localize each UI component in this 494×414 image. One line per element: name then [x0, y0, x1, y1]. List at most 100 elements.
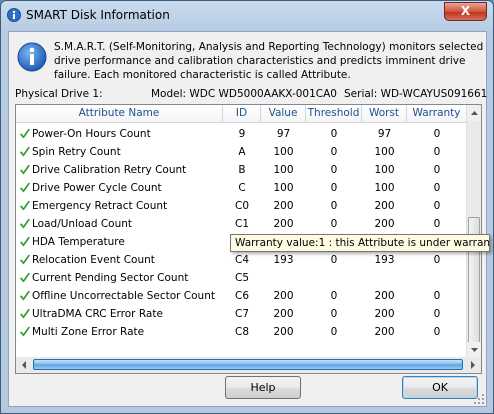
cell-id: C4	[234, 254, 249, 266]
cell-id: 9	[238, 128, 246, 140]
cell-id: C	[238, 182, 246, 194]
check-icon	[20, 200, 30, 211]
smart-description: S.M.A.R.T. (Self-Monitoring, Analysis an…	[54, 41, 484, 81]
cell-name: HDA Temperature	[32, 236, 125, 248]
table-row[interactable]: Offline Uncorrectable Sector Count C6 200 0…	[16, 287, 467, 305]
table-row[interactable]: Drive Calibration Retry Count B 100 0 100 0	[16, 161, 467, 179]
cell-id: C6	[234, 290, 249, 302]
col-attribute-name[interactable]: Attribute Name	[16, 105, 223, 123]
cell-threshold: 0	[330, 164, 338, 176]
check-icon	[20, 218, 30, 229]
cell-worst: 200	[374, 200, 395, 212]
cell-warranty: 0	[433, 200, 441, 212]
cell-threshold: 0	[330, 218, 338, 230]
cell-value: 100	[273, 146, 294, 158]
cell-name: Load/Unload Count	[32, 218, 133, 230]
dialog-client-area: S.M.A.R.T. (Self-Monitoring, Analysis an…	[8, 31, 487, 407]
cell-threshold: 0	[330, 128, 338, 140]
horizontal-scroll-thumb[interactable]	[33, 359, 463, 370]
table-row[interactable]: Power-On Hours Count 9 97 0 97 0	[16, 125, 467, 143]
cell-warranty: 0	[433, 290, 441, 302]
cell-warranty: 0	[433, 182, 441, 194]
cell-worst: 193	[374, 254, 395, 266]
drive-model: Model: WDC WD5000AAKX-001CA0	[151, 88, 337, 100]
table-row[interactable]: Multi Zone Error Rate C8 200 0 200 0	[16, 323, 467, 341]
col-id[interactable]: ID	[223, 105, 261, 123]
scroll-up-button[interactable]	[467, 105, 481, 121]
cell-name: UltraDMA CRC Error Rate	[32, 308, 163, 320]
cell-warranty	[407, 269, 467, 287]
cell-value: 200	[273, 218, 294, 230]
cell-id: B	[238, 164, 246, 176]
arrow-right-icon[interactable]	[465, 357, 481, 373]
cell-name: Multi Zone Error Rate	[32, 326, 145, 338]
cell-name: Current Pending Sector Count	[32, 272, 189, 284]
col-worst[interactable]: Worst	[362, 105, 407, 123]
cell-worst: 200	[374, 218, 395, 230]
cell-threshold	[306, 269, 362, 287]
col-threshold[interactable]: Threshold	[306, 105, 362, 123]
arrow-left-icon[interactable]	[16, 357, 32, 373]
check-icon	[20, 308, 30, 319]
scroll-down-button[interactable]	[467, 342, 481, 358]
cell-id: C0	[234, 200, 249, 212]
cell-value: 97	[276, 128, 291, 140]
cell-threshold: 0	[330, 182, 338, 194]
table-row[interactable]: Drive Power Cycle Count C 100 0 100 0	[16, 179, 467, 197]
cell-warranty: 0	[433, 128, 441, 140]
cell-warranty: 0	[433, 164, 441, 176]
physical-drive-label: Physical Drive 1:	[15, 88, 103, 100]
table-row[interactable]: UltraDMA CRC Error Rate C7 200 0 200 0	[16, 305, 467, 323]
col-warranty[interactable]: Warranty	[407, 105, 467, 123]
cell-name: Emergency Retract Count	[32, 200, 168, 212]
cell-id: C1	[234, 218, 249, 230]
check-icon	[20, 272, 30, 283]
cell-threshold: 0	[330, 290, 338, 302]
cell-value	[261, 269, 306, 287]
cell-value: 200	[273, 200, 294, 212]
cell-worst: 100	[374, 146, 395, 158]
cell-warranty: 0	[433, 254, 441, 266]
check-icon	[20, 182, 30, 193]
vertical-scrollbar[interactable]	[466, 105, 481, 358]
table-row[interactable]: Emergency Retract Count C0 200 0 200 0	[16, 197, 467, 215]
table-header: Attribute Name ID Value Threshold Worst …	[16, 105, 467, 123]
help-button[interactable]: Help	[225, 376, 301, 399]
cell-warranty: 0	[433, 308, 441, 320]
arrow-up-icon	[471, 111, 478, 115]
cell-value: 200	[273, 308, 294, 320]
table-row[interactable]: Relocation Event Count C4 193 0 193 0	[16, 251, 467, 269]
cell-worst	[362, 269, 407, 287]
info-large-icon	[17, 42, 47, 72]
info-icon	[7, 8, 21, 22]
cell-worst: 97	[377, 128, 392, 140]
cell-value: 100	[273, 164, 294, 176]
warranty-tooltip: Warranty value:1 : this Attribute is und…	[230, 234, 490, 252]
check-icon	[20, 254, 30, 265]
cell-id: C7	[234, 308, 249, 320]
check-icon	[20, 146, 30, 157]
cell-name: Relocation Event Count	[32, 254, 155, 266]
table-row[interactable]: Current Pending Sector Count C5	[16, 269, 467, 287]
horizontal-scrollbar[interactable]	[16, 357, 481, 373]
check-icon	[20, 164, 30, 175]
check-icon	[20, 326, 30, 337]
cell-worst: 200	[374, 326, 395, 338]
cell-value: 200	[273, 326, 294, 338]
ok-button[interactable]: OK	[402, 376, 478, 399]
check-icon	[20, 236, 30, 247]
cell-name: Drive Calibration Retry Count	[32, 164, 187, 176]
cell-id: C8	[234, 326, 249, 338]
col-value[interactable]: Value	[261, 105, 306, 123]
check-icon	[20, 290, 30, 301]
title-bar[interactable]: SMART Disk Information X	[1, 1, 493, 31]
cell-id: A	[238, 146, 246, 158]
cell-warranty: 0	[433, 218, 441, 230]
cell-id: C5	[234, 272, 249, 284]
table-row[interactable]: Spin Retry Count A 100 0 100 0	[16, 143, 467, 161]
table-row[interactable]: Load/Unload Count C1 200 0 200 0	[16, 215, 467, 233]
resize-grip-icon[interactable]	[473, 393, 485, 405]
cell-value: 100	[273, 182, 294, 194]
close-button[interactable]: X	[444, 2, 487, 21]
arrow-down-icon	[471, 348, 478, 352]
